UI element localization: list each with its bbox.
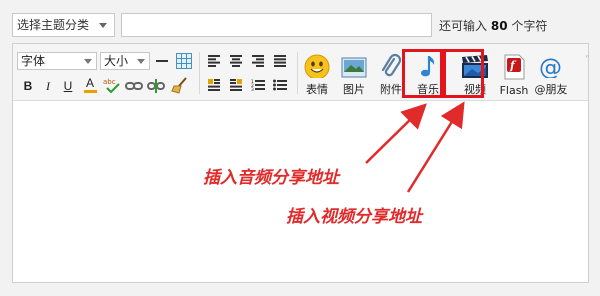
video-annotation: 插入视频分享地址 bbox=[286, 207, 422, 227]
ordered-list-icon: 123 bbox=[251, 79, 265, 91]
color-swatch bbox=[83, 90, 97, 93]
flash-button[interactable]: f Flash bbox=[496, 53, 532, 97]
picture-icon bbox=[341, 57, 367, 78]
char-count-hint: 还可输入 80 个字符 bbox=[439, 19, 548, 33]
title-input[interactable] bbox=[121, 13, 432, 37]
align-right-icon bbox=[252, 55, 264, 67]
align-left-icon bbox=[208, 55, 220, 67]
topic-category-value: 选择主题分类 bbox=[17, 18, 90, 32]
spellcheck-icon: abc bbox=[103, 78, 120, 94]
ordered-list-button[interactable]: 123 bbox=[249, 76, 267, 94]
float-right-button[interactable] bbox=[227, 76, 245, 94]
spellcheck-button[interactable]: abc bbox=[103, 76, 121, 94]
table-button[interactable] bbox=[175, 52, 193, 70]
svg-text:@: @ bbox=[539, 55, 562, 78]
float-left-icon bbox=[208, 79, 220, 91]
link-button[interactable] bbox=[125, 77, 143, 95]
toolbar-separator bbox=[199, 52, 200, 94]
topic-category-select[interactable]: 选择主题分类 bbox=[12, 13, 115, 37]
bold-button[interactable]: B bbox=[19, 77, 37, 95]
clear-format-button[interactable] bbox=[171, 76, 189, 94]
editor-toolbar: 字体 大小 B I U A abc 1 2 3 表情 图片 附件 音乐 视频 f… bbox=[13, 44, 591, 101]
align-center-button[interactable] bbox=[227, 52, 245, 70]
svg-text:abc: abc bbox=[103, 78, 116, 86]
chevron-down-icon bbox=[137, 59, 145, 64]
audio-annotation: 插入音频分享地址 bbox=[203, 168, 339, 188]
float-left-button[interactable] bbox=[205, 76, 223, 94]
unlink-icon bbox=[147, 79, 165, 93]
flash-icon: f bbox=[504, 54, 525, 80]
svg-text:3: 3 bbox=[251, 87, 254, 91]
align-left-button[interactable] bbox=[205, 52, 223, 70]
more-icon: “ bbox=[585, 54, 591, 65]
post-form: 选择主题分类 还可输入 80 个字符 字体 大小 B I U A abc 1 2… bbox=[0, 0, 600, 296]
chevron-down-icon bbox=[99, 23, 107, 28]
underline-button[interactable]: U bbox=[59, 77, 77, 95]
font-color-icon: A bbox=[85, 76, 94, 90]
at-icon: @ bbox=[539, 55, 562, 78]
chevron-down-icon bbox=[84, 59, 92, 64]
font-size-select[interactable]: 大小 bbox=[100, 52, 150, 70]
font-color-button[interactable]: A bbox=[81, 76, 99, 94]
editor-content-area[interactable] bbox=[13, 101, 588, 282]
align-right-button[interactable] bbox=[249, 52, 267, 70]
toolbar-separator bbox=[297, 52, 298, 94]
link-icon bbox=[125, 82, 143, 90]
horizontal-rule-button[interactable] bbox=[153, 52, 171, 70]
paperclip-icon bbox=[381, 53, 402, 77]
attachment-label: 附件 bbox=[380, 83, 402, 96]
justify-button[interactable] bbox=[271, 52, 289, 70]
mention-button[interactable]: @ @朋友 bbox=[533, 53, 569, 97]
image-button[interactable]: 图片 bbox=[336, 53, 372, 97]
italic-button[interactable]: I bbox=[39, 77, 57, 95]
flash-label: Flash bbox=[499, 84, 529, 97]
horizontal-rule-icon bbox=[156, 60, 168, 62]
video-highlight-box bbox=[443, 49, 484, 98]
unlink-button[interactable] bbox=[147, 77, 165, 95]
table-icon bbox=[176, 53, 192, 69]
smiley-icon bbox=[304, 54, 330, 78]
image-label: 图片 bbox=[343, 83, 365, 96]
music-highlight-box bbox=[402, 49, 443, 98]
unordered-list-icon bbox=[273, 79, 287, 91]
remaining-char-count: 80 bbox=[490, 19, 508, 33]
emoticon-button[interactable]: 表情 bbox=[299, 53, 335, 97]
emoticon-label: 表情 bbox=[306, 83, 328, 96]
justify-icon bbox=[274, 55, 286, 67]
mention-label: @朋友 bbox=[534, 83, 568, 96]
font-family-select[interactable]: 字体 bbox=[17, 52, 97, 70]
broom-icon bbox=[171, 77, 187, 94]
unordered-list-button[interactable] bbox=[271, 76, 289, 94]
float-right-icon bbox=[230, 79, 242, 91]
align-center-icon bbox=[230, 55, 242, 67]
